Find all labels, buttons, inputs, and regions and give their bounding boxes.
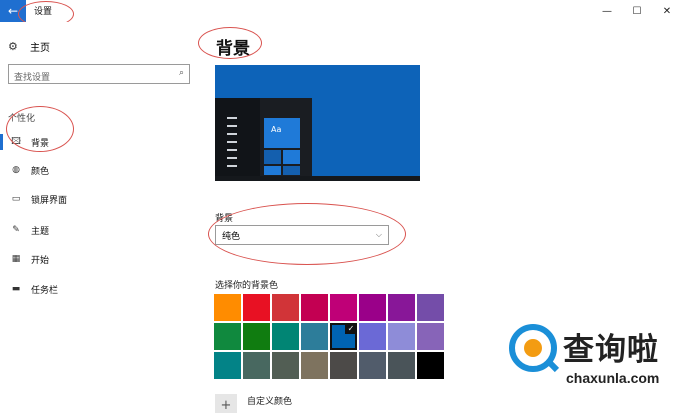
preview-tile-text: Aa xyxy=(271,125,282,134)
title-bar: ← 设置 — ☐ ✕ xyxy=(0,0,682,22)
checkmark-icon: ✓ xyxy=(345,323,357,334)
watermark-logo-icon xyxy=(509,324,560,373)
color-swatch[interactable] xyxy=(330,294,357,321)
palette-icon: ◍ xyxy=(12,165,20,175)
watermark-text: 查询啦 xyxy=(563,332,659,368)
picture-icon: 🖾 xyxy=(11,137,21,147)
section-title: 个性化 xyxy=(8,114,36,124)
active-indicator xyxy=(0,134,3,150)
color-swatch[interactable]: ✓ xyxy=(330,323,357,350)
close-button[interactable]: ✕ xyxy=(652,0,682,22)
sidebar-item-home[interactable]: ⚙ 主页 xyxy=(8,39,50,54)
color-swatch[interactable] xyxy=(214,294,241,321)
search-box[interactable]: ⌕ xyxy=(8,64,190,87)
color-swatch[interactable] xyxy=(359,294,386,321)
preview-tile xyxy=(264,166,281,175)
preview-line xyxy=(227,165,237,167)
color-swatch[interactable] xyxy=(301,294,328,321)
app-title: 设置 xyxy=(34,7,53,17)
sidebar-item-colors[interactable]: ◍ 颜色 xyxy=(0,159,200,181)
preview-line xyxy=(227,133,237,135)
gear-icon: ⚙ xyxy=(8,40,18,53)
preview-tile xyxy=(264,118,300,148)
color-swatch[interactable] xyxy=(388,323,415,350)
plus-icon: + xyxy=(215,394,237,413)
sidebar-item-label: 锁屏界面 xyxy=(31,195,68,206)
close-icon: ✕ xyxy=(662,5,672,17)
background-preview: Aa xyxy=(215,65,420,181)
preview-sidebar xyxy=(215,98,260,176)
color-picker-label: 选择你的背景色 xyxy=(215,281,279,291)
color-swatch[interactable] xyxy=(359,352,386,379)
background-type-dropdown[interactable]: 纯色 ⌵ xyxy=(215,225,389,245)
minimize-icon: — xyxy=(602,5,612,17)
page-title: 背景 xyxy=(216,39,250,59)
color-swatch[interactable] xyxy=(272,352,299,379)
color-swatch[interactable] xyxy=(214,323,241,350)
window-controls: — ☐ ✕ xyxy=(592,0,682,22)
color-swatch[interactable] xyxy=(330,352,357,379)
color-swatch[interactable] xyxy=(243,352,270,379)
sidebar-item-label: 开始 xyxy=(31,255,50,266)
background-label: 背景 xyxy=(215,214,234,224)
sidebar-item-start[interactable]: ▦ 开始 xyxy=(0,248,200,270)
chevron-down-icon: ⌵ xyxy=(375,230,382,239)
color-swatch[interactable] xyxy=(272,323,299,350)
dropdown-value: 纯色 xyxy=(222,231,241,242)
custom-color-button[interactable]: + 自定义颜色 xyxy=(215,394,292,413)
color-swatch[interactable] xyxy=(272,294,299,321)
preview-taskbar xyxy=(215,176,420,181)
maximize-button[interactable]: ☐ xyxy=(622,0,652,22)
taskbar-icon: ▬ xyxy=(11,284,21,294)
watermark-url: chaxunla.com xyxy=(566,370,660,386)
preview-line xyxy=(227,157,237,159)
sidebar: ⚙ 主页 ⌕ 个性化 🖾 背景 ◍ 颜色 ▭ 锁屏界面 ✎ 主题 ▦ 开始 ▬ … xyxy=(0,22,200,413)
sidebar-item-label: 任务栏 xyxy=(31,285,59,296)
color-swatch[interactable] xyxy=(243,294,270,321)
preview-tile xyxy=(283,166,300,175)
color-swatch[interactable] xyxy=(301,352,328,379)
color-swatch[interactable] xyxy=(417,352,444,379)
sidebar-item-lock-screen[interactable]: ▭ 锁屏界面 xyxy=(0,188,200,210)
minimize-button[interactable]: — xyxy=(592,0,622,22)
sidebar-item-label: 背景 xyxy=(31,138,50,149)
color-swatch[interactable] xyxy=(388,352,415,379)
brush-icon: ✎ xyxy=(12,225,20,235)
color-swatch[interactable] xyxy=(388,294,415,321)
color-swatch[interactable] xyxy=(301,323,328,350)
back-arrow-icon: ← xyxy=(7,4,19,18)
preview-tile xyxy=(283,150,300,164)
color-swatch[interactable] xyxy=(214,352,241,379)
search-input[interactable] xyxy=(9,69,169,87)
sidebar-item-label: 颜色 xyxy=(31,166,50,177)
color-swatch[interactable] xyxy=(417,323,444,350)
preview-line xyxy=(227,141,237,143)
lock-screen-icon: ▭ xyxy=(11,194,21,204)
color-swatch[interactable] xyxy=(243,323,270,350)
preview-tile xyxy=(264,150,281,164)
back-button[interactable]: ← xyxy=(0,0,26,22)
preview-line xyxy=(227,125,237,127)
custom-color-label: 自定义颜色 xyxy=(247,396,293,407)
maximize-icon: ☐ xyxy=(632,5,642,17)
sidebar-item-themes[interactable]: ✎ 主题 xyxy=(0,219,200,241)
color-swatch[interactable] xyxy=(417,294,444,321)
preview-line xyxy=(227,117,237,119)
sidebar-item-label: 主题 xyxy=(31,226,50,237)
color-swatch[interactable] xyxy=(359,323,386,350)
preview-line xyxy=(227,149,237,151)
sidebar-item-label: 主页 xyxy=(30,43,50,54)
start-grid-icon: ▦ xyxy=(11,254,21,264)
watermark: 查询啦 chaxunla.com xyxy=(509,322,677,392)
search-icon[interactable]: ⌕ xyxy=(179,68,184,78)
sidebar-item-taskbar[interactable]: ▬ 任务栏 xyxy=(0,278,200,300)
sidebar-item-background[interactable]: 🖾 背景 xyxy=(0,131,200,153)
color-swatch-grid: ✓ xyxy=(214,294,444,382)
